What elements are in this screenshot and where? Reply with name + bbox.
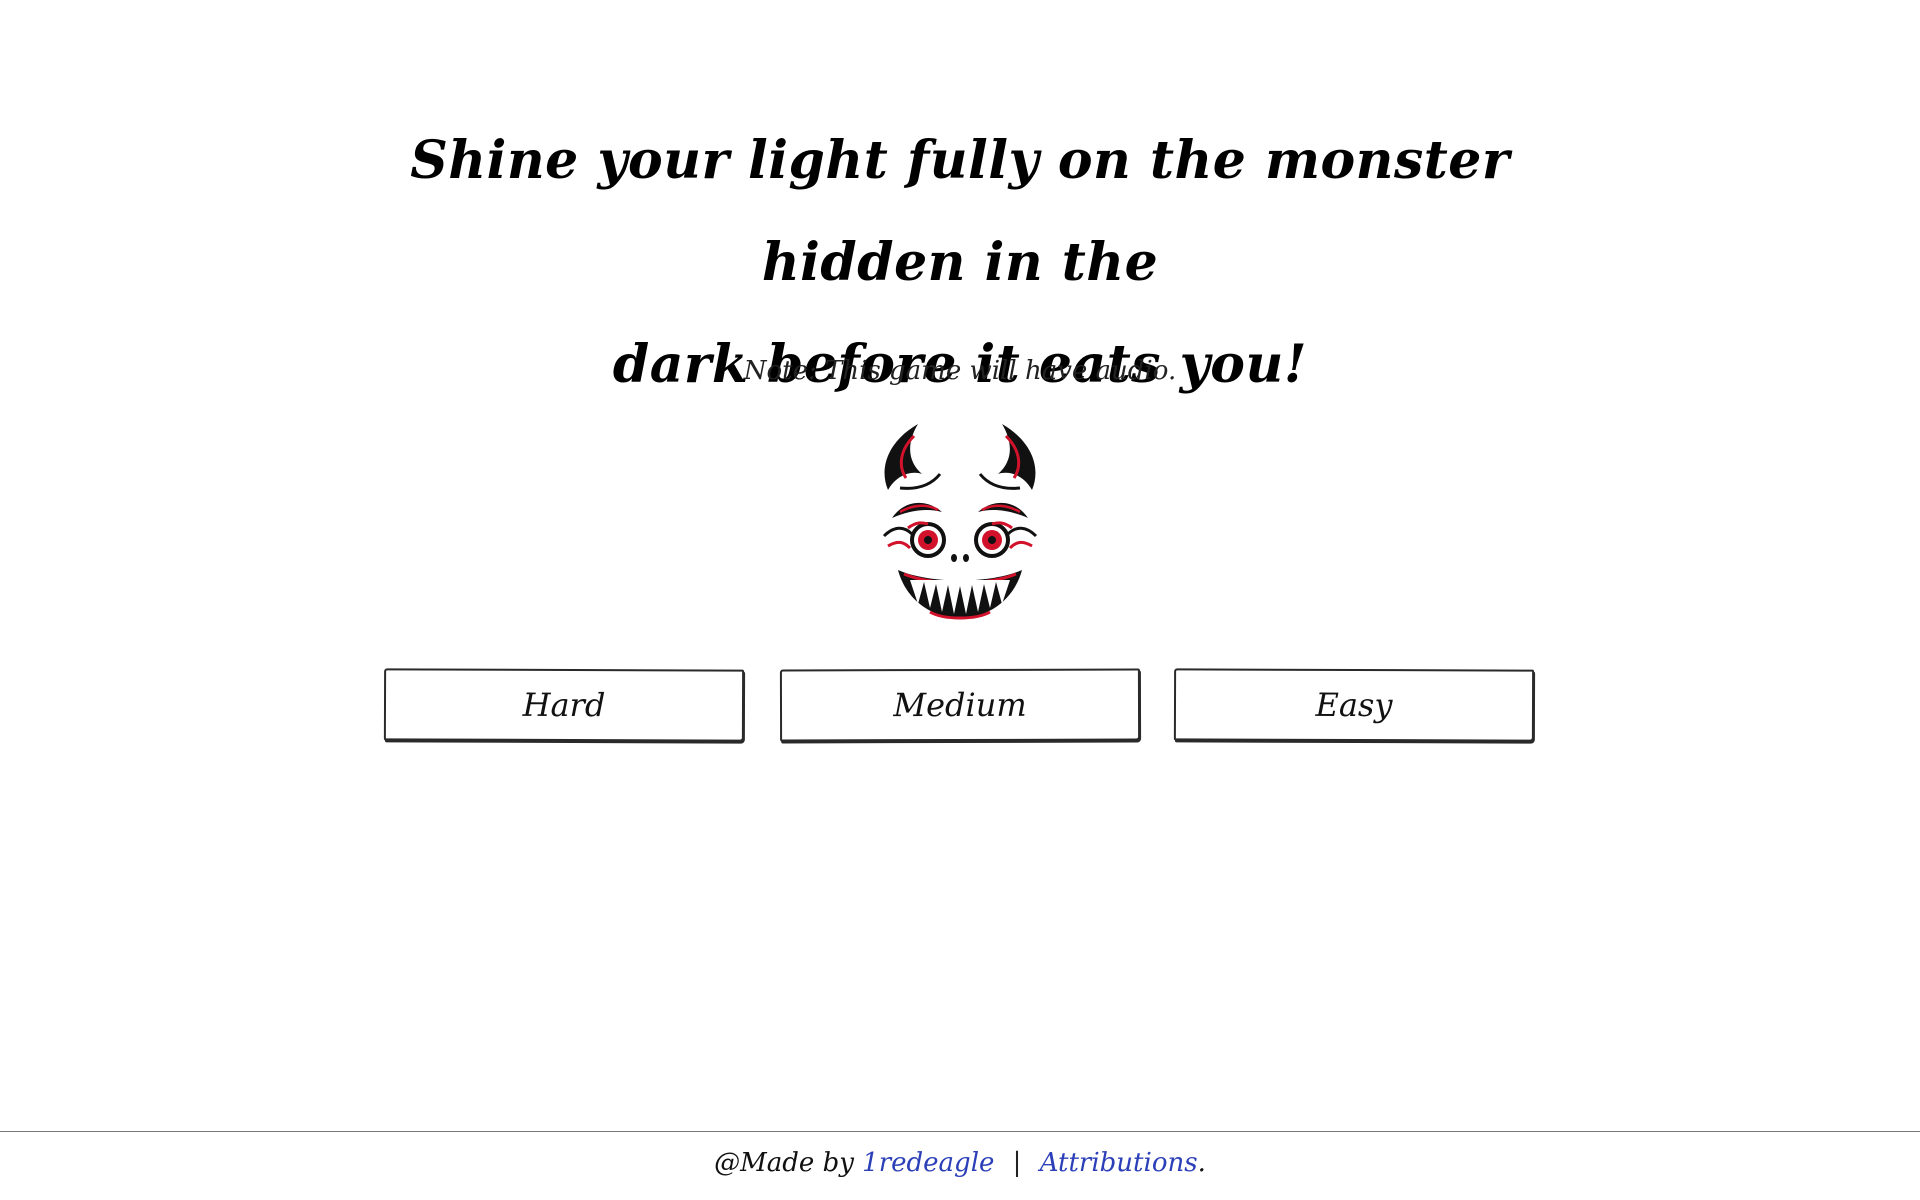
easy-button[interactable]: Easy [1173, 668, 1535, 742]
author-link[interactable]: 1redeagle [862, 1148, 994, 1178]
attributions-link[interactable]: Attributions [1040, 1148, 1198, 1178]
game-start-screen: Shine your light fully on the monster hi… [0, 0, 1920, 1200]
footer-separator: | [1012, 1148, 1022, 1178]
monster-face-icon [882, 424, 1038, 620]
audio-note: Note: This game will have audio. [743, 356, 1177, 386]
medium-button[interactable]: Medium [779, 668, 1141, 742]
footer-prefix: @Made by [714, 1148, 854, 1178]
title-line-1: Shine your light fully on the monster hi… [410, 130, 1510, 293]
footer-suffix: . [1197, 1148, 1206, 1178]
hard-button[interactable]: Hard [383, 668, 745, 742]
difficulty-buttons: Hard Medium Easy [383, 668, 1536, 743]
footer: @Made by 1redeagle | Attributions. [0, 1148, 1920, 1178]
footer-divider [0, 1131, 1920, 1132]
